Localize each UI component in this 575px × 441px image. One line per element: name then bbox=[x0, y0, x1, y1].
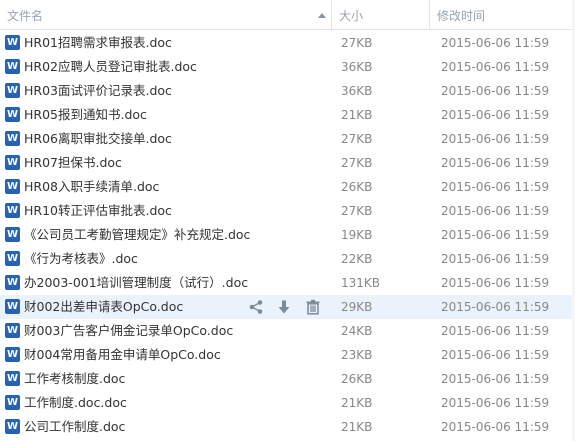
file-name[interactable]: HR02应聘人员登记审批表.doc bbox=[24, 55, 197, 79]
file-list: 文件名 大小 修改时间 W HR01招聘需求审报表.doc 27KB 2015-06-… bbox=[0, 0, 575, 441]
column-time-header[interactable]: 修改时间 bbox=[429, 0, 575, 30]
word-doc-icon: W bbox=[5, 371, 20, 386]
word-doc-icon: W bbox=[5, 323, 20, 338]
column-time-label: 修改时间 bbox=[437, 9, 486, 23]
file-size: 21KB bbox=[341, 420, 373, 434]
file-row[interactable]: W 工作考核制度.doc 26KB 2015-06-06 11:59 bbox=[0, 367, 575, 391]
file-name[interactable]: HR08入职手续清单.doc bbox=[24, 175, 159, 199]
file-modified-time: 2015-06-06 11:59 bbox=[441, 84, 550, 98]
word-doc-icon: W bbox=[5, 299, 20, 314]
file-size: 21KB bbox=[341, 396, 373, 410]
word-doc-icon: W bbox=[5, 155, 20, 170]
file-row[interactable]: W HR05报到通知书.doc 21KB 2015-06-06 11:59 bbox=[0, 103, 575, 127]
file-row[interactable]: W 财002出差申请表OpCo.doc 29KB 2015-06-06 11:59 bbox=[0, 295, 575, 319]
file-row[interactable]: W HR08入职手续清单.doc 26KB 2015-06-06 11:59 bbox=[0, 175, 575, 199]
word-doc-icon: W bbox=[5, 395, 20, 410]
file-size: 26KB bbox=[341, 372, 373, 386]
file-modified-time: 2015-06-06 11:59 bbox=[441, 156, 550, 170]
file-modified-time: 2015-06-06 11:59 bbox=[441, 252, 550, 266]
word-doc-icon: W bbox=[5, 107, 20, 122]
file-row[interactable]: W HR06离职审批交接单.doc 27KB 2015-06-06 11:59 bbox=[0, 127, 575, 151]
file-row[interactable]: W 财004常用备用金申请单OpCo.doc 23KB 2015-06-06 11:5… bbox=[0, 343, 575, 367]
file-row[interactable]: W 工作制度.doc.doc 21KB 2015-06-06 11:59 bbox=[0, 391, 575, 415]
column-header: 文件名 大小 修改时间 bbox=[0, 0, 575, 30]
word-doc-icon: W bbox=[5, 347, 20, 362]
file-name[interactable]: 《公司员工考勤管理规定》补充规定.doc bbox=[24, 223, 250, 247]
file-modified-time: 2015-06-06 11:59 bbox=[441, 396, 550, 410]
file-size: 26KB bbox=[341, 180, 373, 194]
file-name[interactable]: 办2003-001培训管理制度（试行）.doc bbox=[24, 271, 248, 295]
file-name[interactable]: HR07担保书.doc bbox=[24, 151, 122, 175]
share-icon[interactable] bbox=[248, 299, 264, 315]
download-icon[interactable] bbox=[276, 299, 292, 315]
file-modified-time: 2015-06-06 11:59 bbox=[441, 372, 550, 386]
word-doc-icon: W bbox=[5, 131, 20, 146]
file-size: 22KB bbox=[341, 252, 373, 266]
file-row[interactable]: W 办2003-001培训管理制度（试行）.doc 131KB 2015-06-06 … bbox=[0, 271, 575, 295]
file-modified-time: 2015-06-06 11:59 bbox=[441, 180, 550, 194]
file-row[interactable]: W HR02应聘人员登记审批表.doc 36KB 2015-06-06 11:59 bbox=[0, 55, 575, 79]
file-row[interactable]: W 公司工作制度.doc 21KB 2015-06-06 11:59 bbox=[0, 415, 575, 439]
file-size: 27KB bbox=[341, 156, 373, 170]
file-modified-time: 2015-06-06 11:59 bbox=[441, 60, 550, 74]
file-row[interactable]: W HR07担保书.doc 27KB 2015-06-06 11:59 bbox=[0, 151, 575, 175]
word-doc-icon: W bbox=[5, 227, 20, 242]
file-modified-time: 2015-06-06 11:59 bbox=[441, 420, 550, 434]
file-size: 27KB bbox=[341, 204, 373, 218]
file-name[interactable]: 财003广告客户佣金记录单OpCo.doc bbox=[24, 319, 233, 343]
file-name[interactable]: 工作制度.doc.doc bbox=[24, 391, 127, 415]
file-size: 19KB bbox=[341, 228, 373, 242]
file-name[interactable]: 《行为考核表》.doc bbox=[24, 247, 138, 271]
column-size-header[interactable]: 大小 bbox=[331, 0, 429, 30]
file-size: 27KB bbox=[341, 132, 373, 146]
column-size-label: 大小 bbox=[339, 9, 364, 23]
word-doc-icon: W bbox=[5, 251, 20, 266]
word-doc-icon: W bbox=[5, 179, 20, 194]
sort-ascending-icon[interactable] bbox=[318, 13, 326, 18]
file-modified-time: 2015-06-06 11:59 bbox=[441, 228, 550, 242]
file-modified-time: 2015-06-06 11:59 bbox=[441, 36, 550, 50]
word-doc-icon: W bbox=[5, 203, 20, 218]
file-row[interactable]: W 《行为考核表》.doc 22KB 2015-06-06 11:59 bbox=[0, 247, 575, 271]
file-size: 36KB bbox=[341, 84, 373, 98]
file-modified-time: 2015-06-06 11:59 bbox=[441, 132, 550, 146]
file-modified-time: 2015-06-06 11:59 bbox=[441, 204, 550, 218]
file-name[interactable]: 财004常用备用金申请单OpCo.doc bbox=[24, 343, 221, 367]
file-name[interactable]: HR03面试评价记录表.doc bbox=[24, 79, 172, 103]
file-name[interactable]: 工作考核制度.doc bbox=[24, 367, 125, 391]
delete-icon[interactable] bbox=[305, 299, 321, 315]
file-row[interactable]: W 财003广告客户佣金记录单OpCo.doc 24KB 2015-06-06 11:… bbox=[0, 319, 575, 343]
file-size: 21KB bbox=[341, 108, 373, 122]
file-name[interactable]: 财002出差申请表OpCo.doc bbox=[24, 295, 183, 319]
column-name-header[interactable]: 文件名 bbox=[0, 0, 331, 30]
file-modified-time: 2015-06-06 11:59 bbox=[441, 348, 550, 362]
word-doc-icon: W bbox=[5, 35, 20, 50]
file-size: 24KB bbox=[341, 324, 373, 338]
file-modified-time: 2015-06-06 11:59 bbox=[441, 324, 550, 338]
file-name[interactable]: HR01招聘需求审报表.doc bbox=[24, 31, 172, 55]
word-doc-icon: W bbox=[5, 275, 20, 290]
word-doc-icon: W bbox=[5, 419, 20, 434]
file-size: 27KB bbox=[341, 36, 373, 50]
file-name[interactable]: HR10转正评估审批表.doc bbox=[24, 199, 172, 223]
file-row[interactable]: W 《公司员工考勤管理规定》补充规定.doc 19KB 2015-06-06 11:5… bbox=[0, 223, 575, 247]
file-modified-time: 2015-06-06 11:59 bbox=[441, 276, 550, 290]
word-doc-icon: W bbox=[5, 83, 20, 98]
file-modified-time: 2015-06-06 11:59 bbox=[441, 108, 550, 122]
file-row[interactable]: W HR03面试评价记录表.doc 36KB 2015-06-06 11:59 bbox=[0, 79, 575, 103]
file-modified-time: 2015-06-06 11:59 bbox=[441, 300, 550, 314]
file-size: 29KB bbox=[341, 300, 373, 314]
file-size: 23KB bbox=[341, 348, 373, 362]
file-size: 131KB bbox=[341, 276, 381, 290]
word-doc-icon: W bbox=[5, 59, 20, 74]
file-name[interactable]: 公司工作制度.doc bbox=[24, 415, 125, 439]
file-name[interactable]: HR05报到通知书.doc bbox=[24, 103, 147, 127]
file-name[interactable]: HR06离职审批交接单.doc bbox=[24, 127, 172, 151]
file-size: 36KB bbox=[341, 60, 373, 74]
file-row[interactable]: W HR10转正评估审批表.doc 27KB 2015-06-06 11:59 bbox=[0, 199, 575, 223]
file-row[interactable]: W HR01招聘需求审报表.doc 27KB 2015-06-06 11:59 bbox=[0, 31, 575, 55]
column-name-label: 文件名 bbox=[7, 9, 44, 23]
